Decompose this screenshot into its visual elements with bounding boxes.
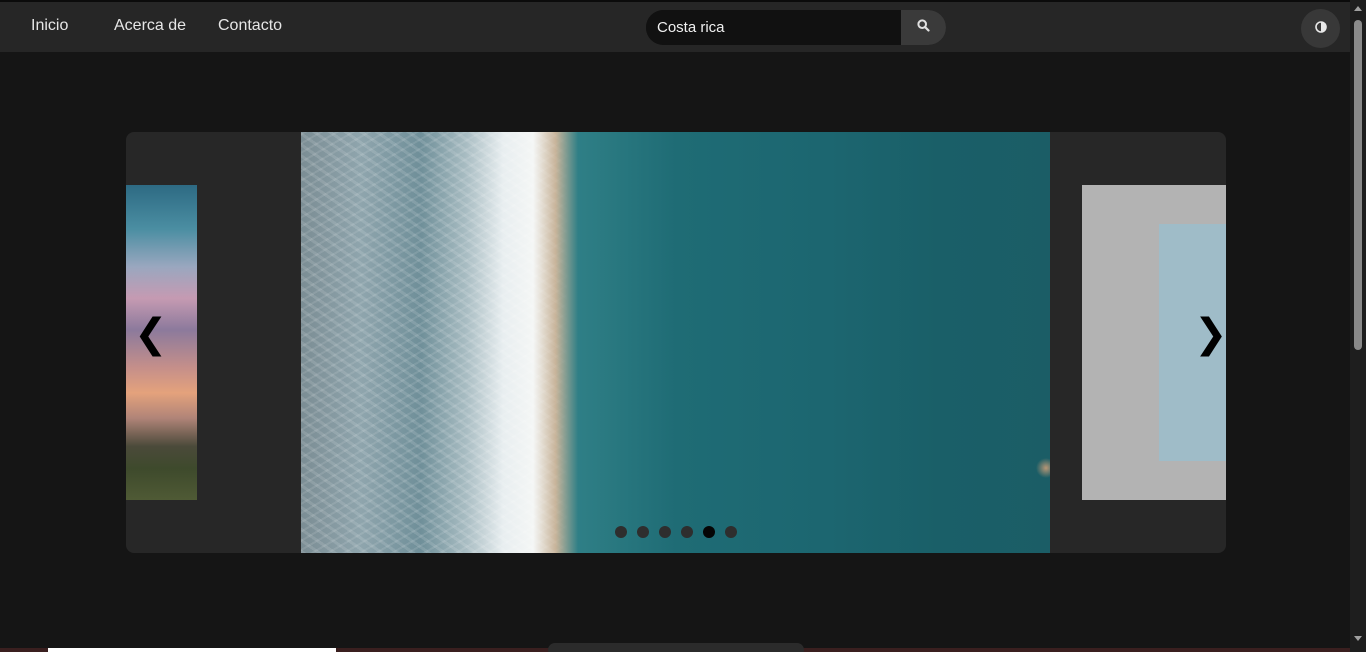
carousel-dot-4[interactable] xyxy=(681,526,693,538)
search-input[interactable] xyxy=(646,10,901,45)
scroll-up-arrow-icon[interactable] xyxy=(1354,6,1362,11)
scrollbar-thumb[interactable] xyxy=(1354,20,1362,350)
carousel-dot-1[interactable] xyxy=(615,526,627,538)
scroll-down-arrow-icon[interactable] xyxy=(1354,636,1362,641)
contrast-icon xyxy=(1314,20,1327,38)
top-navbar: Inicio Acerca de Contacto xyxy=(0,0,1350,52)
carousel-indicators xyxy=(615,526,737,538)
nav-link-contacto[interactable]: Contacto xyxy=(218,17,282,35)
theme-toggle-button[interactable] xyxy=(1301,9,1340,48)
carousel-dot-5[interactable] xyxy=(703,526,715,538)
nav-link-inicio[interactable]: Inicio xyxy=(31,17,68,35)
wave-foam-texture xyxy=(301,132,1050,553)
carousel-dot-3[interactable] xyxy=(659,526,671,538)
vertical-scrollbar[interactable] xyxy=(1350,0,1366,652)
search-icon xyxy=(917,18,930,37)
bottom-white-strip xyxy=(48,648,336,652)
bottom-pill xyxy=(548,643,804,652)
image-carousel: ❮ ❯ xyxy=(126,132,1226,553)
carousel-prev-button[interactable]: ❮ xyxy=(134,314,168,354)
search-bar xyxy=(646,10,946,45)
nav-link-acerca-de[interactable]: Acerca de xyxy=(114,17,186,35)
search-button[interactable] xyxy=(901,10,946,45)
slide-current-image xyxy=(301,132,1050,553)
carousel-next-button[interactable]: ❯ xyxy=(1194,314,1226,354)
carousel-dot-2[interactable] xyxy=(637,526,649,538)
carousel-dot-6[interactable] xyxy=(725,526,737,538)
